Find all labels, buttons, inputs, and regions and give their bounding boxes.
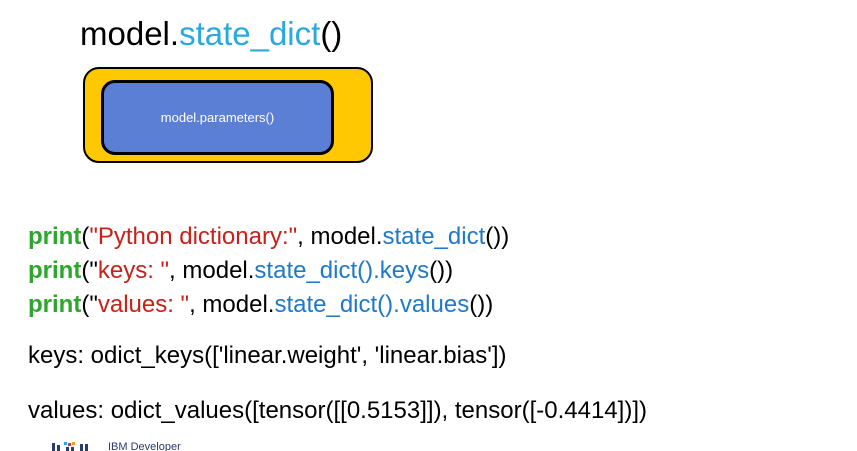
- print-keyword: print: [28, 223, 82, 250]
- parameters-box: model.parameters(): [101, 80, 334, 155]
- print-keyword: print: [28, 291, 82, 318]
- code-line-dictionary: print("Python dictionary:", model.state_…: [28, 222, 509, 252]
- print-keyword: print: [28, 257, 82, 284]
- title-prefix: model.: [80, 15, 180, 52]
- code-token: , model.: [297, 223, 383, 250]
- method-call: state_dict: [382, 223, 486, 250]
- slide-title: model.state_dict(): [80, 14, 342, 54]
- string-literal: keys: ": [97, 257, 170, 284]
- code-line-keys: print("keys: ", model.state_dict().keys(…: [28, 256, 453, 286]
- code-line-values: print("values: ", model.state_dict().val…: [28, 290, 493, 320]
- code-token: (": [81, 257, 98, 284]
- title-method: state_dict: [179, 15, 321, 52]
- method-call: state_dict().keys: [254, 257, 430, 284]
- code-token: ()): [485, 223, 510, 250]
- ibm-developer-logo: IBM Developer: [50, 441, 181, 451]
- output-keys: keys: odict_keys(['linear.weight', 'line…: [28, 342, 507, 369]
- ibm-logo-icon: [52, 442, 88, 451]
- parameters-label: model.parameters(): [160, 110, 275, 125]
- code-token: ()): [469, 291, 494, 318]
- string-literal: values: ": [97, 291, 190, 318]
- string-literal: "Python dictionary:": [89, 223, 298, 250]
- slide: model.state_dict() model.parameters() pr…: [0, 0, 857, 451]
- footer-brand: IBM Developer: [108, 441, 181, 451]
- code-token: (": [81, 291, 98, 318]
- method-call: state_dict().values: [274, 291, 470, 318]
- output-values: values: odict_values([tensor([[0.5153]])…: [28, 397, 647, 424]
- code-token: , model.: [189, 291, 275, 318]
- code-token: ()): [429, 257, 454, 284]
- code-token: , model.: [169, 257, 255, 284]
- title-parens: (): [320, 15, 343, 52]
